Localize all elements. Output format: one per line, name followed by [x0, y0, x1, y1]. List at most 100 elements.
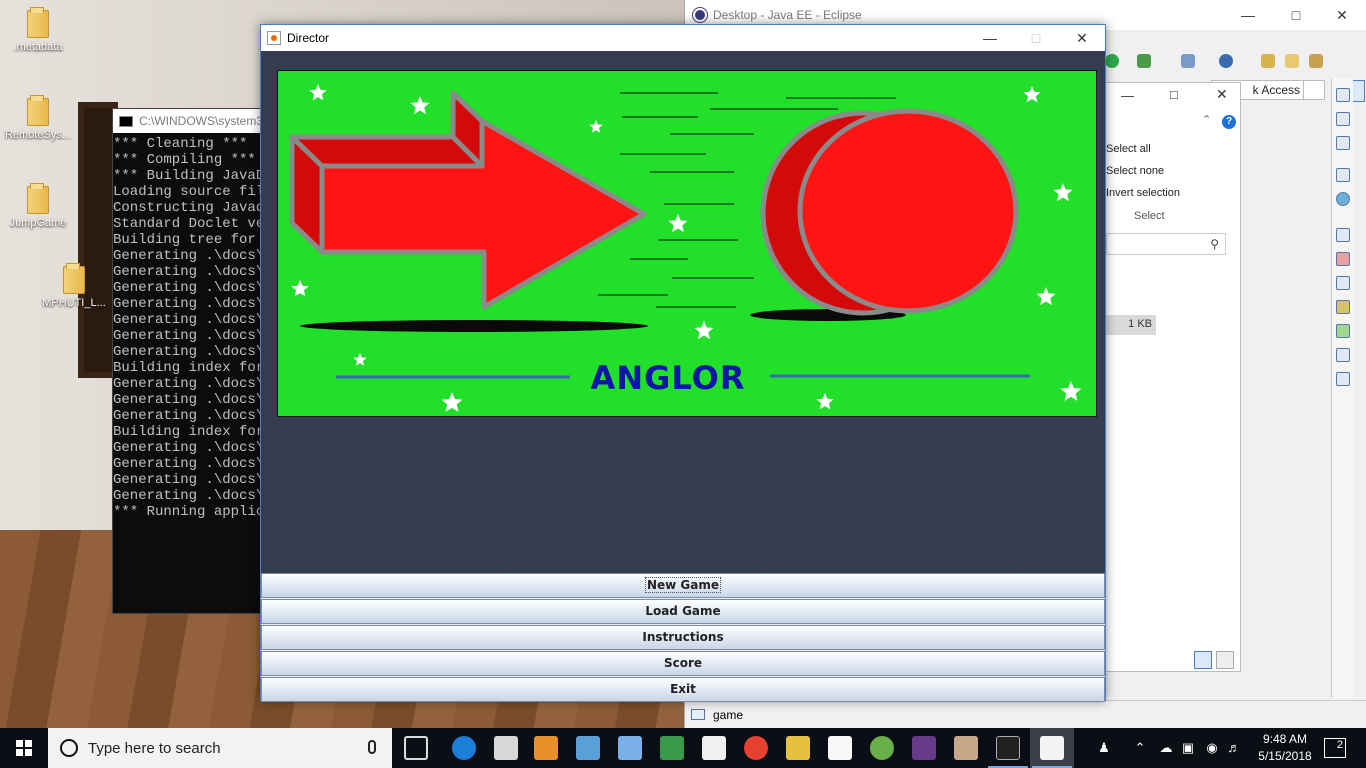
desktop-icon-metadata[interactable]: .metadata	[0, 7, 76, 53]
view-toolbar-strip	[1331, 78, 1353, 698]
help-icon[interactable]: ?	[1222, 115, 1236, 129]
taskbar-clock[interactable]: 9:48 AM 5/15/2018	[1250, 731, 1320, 765]
cmd-icon	[119, 115, 133, 127]
mail-icon[interactable]	[702, 736, 726, 760]
details-view-icon[interactable]	[1194, 651, 1212, 669]
android-studio-icon[interactable]	[870, 736, 894, 760]
console-line: Building tree for a	[113, 232, 272, 248]
console-line: Generating .\docs\	[113, 296, 265, 312]
desktop-icon-mphuti[interactable]: MPHUTI_L...	[36, 263, 112, 309]
sticky-notes-icon[interactable]	[828, 736, 852, 760]
status-item-label[interactable]: game	[713, 708, 743, 722]
console-titlebar[interactable]: C:\WINDOWS\system3	[113, 109, 271, 133]
taskbar-search[interactable]: Type here to search	[48, 728, 392, 768]
web-icon[interactable]	[1219, 54, 1233, 68]
console-line: Generating .\docs\	[113, 264, 265, 280]
outline-icon[interactable]	[1336, 112, 1350, 126]
palette-icon[interactable]	[1336, 192, 1350, 206]
filter-input[interactable]: ⚲	[1106, 233, 1226, 255]
star-icon	[816, 393, 834, 410]
properties-view[interactable]: — □ ✕ ⌃ ? Select all Select none Invert …	[1105, 82, 1241, 672]
console-line: Building index for	[113, 424, 265, 440]
run-icon[interactable]	[1105, 54, 1119, 68]
console-line: Building index for	[113, 360, 265, 376]
maximize-view-button[interactable]: □	[1170, 87, 1178, 102]
folder-icon	[27, 183, 49, 214]
microphone-icon[interactable]	[368, 740, 376, 754]
instructions-button[interactable]: Instructions	[261, 625, 1105, 650]
console-icon[interactable]	[1336, 372, 1350, 386]
desktop-icon-label: MPHUTI_L...	[42, 297, 106, 309]
minimize-button[interactable]: —	[967, 25, 1013, 51]
new-icon[interactable]	[1181, 54, 1195, 68]
game-app-icon[interactable]	[912, 736, 936, 760]
notification-count: 2	[1336, 739, 1343, 751]
open-folder-icon[interactable]	[1261, 54, 1275, 68]
wifi-icon[interactable]: ◉	[1204, 740, 1220, 756]
network-status-icon[interactable]: ☁	[1158, 740, 1174, 756]
edge-icon[interactable]	[452, 736, 476, 760]
pen-icon[interactable]	[1309, 54, 1323, 68]
chart-app-icon[interactable]	[660, 736, 684, 760]
folder-icon[interactable]	[1285, 54, 1299, 68]
battery-icon[interactable]: ▣	[1180, 740, 1196, 756]
eclipse-status-bar: game	[685, 700, 1366, 728]
select-none-button[interactable]: Select none	[1106, 165, 1164, 177]
virtualbox-icon[interactable]	[576, 736, 600, 760]
snippets-icon[interactable]	[1336, 348, 1350, 362]
close-view-button[interactable]: ✕	[1216, 86, 1228, 103]
chevron-up-icon[interactable]: ⌃	[1132, 740, 1148, 756]
minimize-view-button[interactable]: —	[1121, 88, 1134, 103]
invert-selection-button[interactable]: Invert selection	[1106, 187, 1180, 199]
start-button[interactable]	[0, 728, 48, 768]
console-line: *** Building JavaDo	[113, 168, 272, 184]
notifications-icon[interactable]: 2	[1324, 738, 1346, 758]
file-explorer-icon[interactable]	[786, 736, 810, 760]
restore-icon[interactable]	[1336, 88, 1350, 102]
restore-icon[interactable]	[1336, 228, 1350, 242]
store-icon[interactable]	[494, 736, 518, 760]
load-game-button[interactable]: Load Game	[261, 599, 1105, 624]
director-titlebar[interactable]: Director — □ ✕	[261, 25, 1105, 51]
ball	[760, 108, 1019, 316]
console-line: Generating .\docs\	[113, 376, 265, 392]
maximize-button[interactable]: □	[1273, 0, 1319, 30]
close-button[interactable]: ✕	[1319, 0, 1365, 30]
properties-icon[interactable]	[1336, 276, 1350, 290]
new-game-button[interactable]: New Game	[261, 573, 1105, 598]
cmd-icon[interactable]	[996, 736, 1020, 760]
tasks-icon[interactable]	[1336, 136, 1350, 150]
data-source-icon[interactable]	[1336, 324, 1350, 338]
perspective-icon[interactable]	[1303, 80, 1325, 100]
servers-icon[interactable]	[1336, 300, 1350, 314]
clock-date: 5/15/2018	[1258, 749, 1312, 763]
select-all-button[interactable]: Select all	[1106, 143, 1151, 155]
task-view-icon[interactable]	[404, 736, 428, 760]
console-output[interactable]: *** Cleaning *** *** Compiling *** *** Bui…	[113, 133, 271, 520]
console-line: Generating .\docs\	[113, 280, 265, 296]
volume-icon[interactable]: ♬	[1226, 740, 1242, 756]
media-player-icon[interactable]	[534, 736, 558, 760]
java-icon[interactable]	[1040, 736, 1064, 760]
score-button[interactable]: Score	[261, 651, 1105, 676]
people-icon[interactable]: ♟	[1096, 740, 1112, 756]
director-window[interactable]: Director — □ ✕ ANGLOR New Game Load Game…	[260, 24, 1106, 702]
collapse-icon[interactable]: ⌃	[1202, 113, 1211, 126]
console-line: Standard Doclet ver	[113, 216, 272, 232]
minimize-button[interactable]: —	[1225, 0, 1271, 30]
debug-icon[interactable]	[1137, 54, 1151, 68]
restore-icon[interactable]	[1336, 168, 1350, 182]
markers-icon[interactable]	[1336, 252, 1350, 266]
paint-icon[interactable]	[954, 736, 978, 760]
preview-view-icon[interactable]	[1216, 651, 1234, 669]
chrome-icon[interactable]	[744, 736, 768, 760]
desktop-icon-jumpgame[interactable]: JumpGame	[0, 183, 76, 229]
console-line: *** Running applica	[113, 504, 272, 520]
close-button[interactable]: ✕	[1059, 25, 1105, 51]
3d-box-icon[interactable]	[618, 736, 642, 760]
desktop-icon-remotesys[interactable]: RemoteSys...	[0, 95, 76, 141]
arrow-top	[289, 134, 485, 169]
exit-button[interactable]: Exit	[261, 677, 1105, 702]
console-window[interactable]: C:\WINDOWS\system3 *** Cleaning *** *** C…	[112, 108, 272, 614]
star-icon	[1036, 287, 1056, 306]
